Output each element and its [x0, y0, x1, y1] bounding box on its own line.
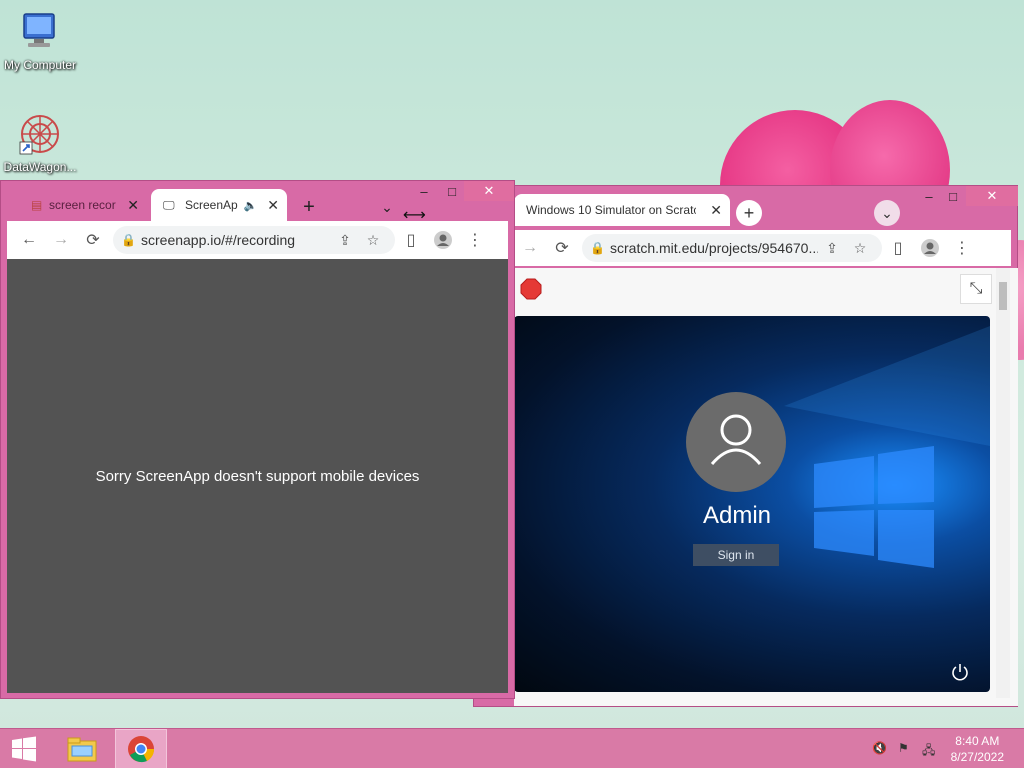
network-icon[interactable]: 🖧	[922, 741, 938, 757]
menu-kebab-icon[interactable]: ⋮	[946, 232, 978, 264]
desktop-icon-datawagon[interactable]: DataWagon...	[0, 112, 80, 174]
new-tab-button[interactable]: +	[736, 200, 762, 226]
address-bar[interactable]: 🔒 scratch.mit.edu/projects/954670... ⇪ ☆	[582, 234, 882, 262]
new-tab-button[interactable]: +	[297, 195, 321, 219]
desktop-icon-label: DataWagon...	[3, 160, 77, 174]
tab-close-button[interactable]: ✕	[127, 197, 139, 214]
lock-icon: 🔒	[121, 233, 136, 247]
tab-strip: ▤ screen recor ✕ 🖵 ScreenAp 🔈 ✕ + ⌄ ⟷ – …	[1, 181, 514, 224]
audio-playing-icon[interactable]: 🔈	[244, 199, 258, 212]
scrollbar-thumb[interactable]	[999, 282, 1007, 310]
menu-kebab-icon[interactable]: ⋮	[459, 224, 491, 256]
favicon-icon: ▤	[31, 198, 43, 212]
back-button[interactable]: ←	[13, 224, 45, 256]
reload-button[interactable]: ⟳	[77, 224, 109, 256]
bookmark-star-icon[interactable]: ☆	[359, 232, 387, 249]
power-icon[interactable]	[950, 662, 970, 682]
desktop-icon-my-computer[interactable]: My Computer	[0, 10, 80, 72]
volume-muted-icon[interactable]: 🔇	[872, 741, 888, 757]
browser-toolbar: → ⟳ 🔒 scratch.mit.edu/projects/954670...…	[514, 230, 1011, 266]
unsupported-device-message: Sorry ScreenApp doesn't support mobile d…	[95, 467, 420, 485]
profile-avatar-icon[interactable]	[914, 232, 946, 264]
datawagon-icon	[18, 112, 62, 156]
profile-avatar-icon[interactable]	[427, 224, 459, 256]
share-icon[interactable]: ⇪	[331, 232, 359, 249]
tab-close-button[interactable]: ✕	[267, 197, 279, 214]
tab-search-button[interactable]: ⌄	[375, 195, 399, 219]
bookmark-star-icon[interactable]: ☆	[846, 240, 874, 257]
tab-strip: Windows 10 Simulator on Scratc ✕ + ⌄ – □…	[474, 186, 1018, 226]
sign-in-button[interactable]: Sign in	[693, 544, 779, 566]
tab-windows-10-simulator[interactable]: Windows 10 Simulator on Scratc ✕	[514, 194, 730, 226]
scratch-stage[interactable]: Admin Sign in	[514, 316, 990, 692]
browser-window-screenapp[interactable]: ▤ screen recor ✕ 🖵 ScreenAp 🔈 ✕ + ⌄ ⟷ – …	[0, 180, 515, 699]
user-avatar-icon	[686, 392, 786, 492]
tab-label: ScreenAp	[185, 198, 238, 212]
exit-fullscreen-icon[interactable]: ⤡	[960, 274, 992, 304]
tab-screenapp[interactable]: 🖵 ScreenAp 🔈 ✕	[151, 189, 287, 221]
side-panel-icon[interactable]: ▯	[395, 224, 427, 256]
tab-screen-recorder[interactable]: ▤ screen recor ✕	[19, 189, 147, 221]
share-icon[interactable]: ⇪	[818, 240, 846, 257]
forward-button[interactable]: →	[45, 224, 77, 256]
screen-icon: 🖵	[163, 197, 175, 212]
close-window-button[interactable]: ✕	[966, 186, 1018, 206]
tab-close-button[interactable]: ✕	[710, 202, 722, 219]
computer-icon	[18, 10, 62, 54]
forward-button[interactable]: →	[514, 232, 546, 264]
url-text: screenapp.io/#/recording	[141, 232, 296, 248]
scrollbar[interactable]	[996, 268, 1010, 698]
clock[interactable]: 8:40 AM 8/27/2022	[951, 733, 1004, 765]
browser-toolbar: ← → ⟳ 🔒 screenapp.io/#/recording ⇪ ☆ ▯ ⋮	[7, 221, 508, 259]
url-text: scratch.mit.edu/projects/954670...	[610, 240, 818, 256]
start-button[interactable]	[0, 729, 48, 768]
user-name: Admin	[702, 502, 772, 529]
side-panel-icon[interactable]: ▯	[882, 232, 914, 264]
tab-label: screen recor	[49, 198, 116, 212]
action-center-flag-icon[interactable]: ⚑	[898, 741, 914, 757]
desktop-icon-label: My Computer	[3, 58, 77, 72]
taskbar: 🔇 ⚑ 🖧 8:40 AM 8/27/2022	[0, 728, 1024, 768]
page-content: Sorry ScreenApp doesn't support mobile d…	[7, 259, 508, 693]
tab-search-button[interactable]: ⌄	[874, 200, 900, 226]
clock-time: 8:40 AM	[955, 734, 1000, 748]
close-window-button[interactable]: ✕	[464, 181, 514, 201]
browser-window-scratch[interactable]: Windows 10 Simulator on Scratc ✕ + ⌄ – □…	[473, 185, 1018, 707]
file-explorer-icon[interactable]	[58, 731, 106, 767]
lock-icon: 🔒	[590, 241, 605, 255]
page-content: ⤡ Admin Sign in	[514, 268, 1018, 706]
windows-logo-icon	[12, 736, 36, 762]
reload-button[interactable]: ⟳	[546, 232, 578, 264]
address-bar[interactable]: 🔒 screenapp.io/#/recording ⇪ ☆	[113, 226, 395, 254]
stop-button[interactable]	[520, 278, 542, 300]
tab-label: Windows 10 Simulator on Scratc	[526, 203, 696, 217]
chrome-icon[interactable]	[115, 729, 167, 768]
clock-date: 8/27/2022	[950, 750, 1004, 764]
